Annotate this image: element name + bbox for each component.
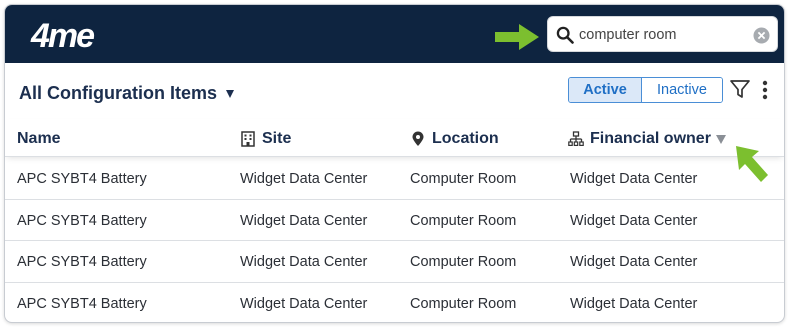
search-input[interactable] xyxy=(579,24,744,46)
chevron-down-icon[interactable] xyxy=(226,90,234,98)
clear-icon[interactable] xyxy=(753,27,770,44)
status-toggle: Active Inactive xyxy=(568,77,723,103)
cell-site: Widget Data Center xyxy=(240,171,368,187)
cell-financial-owner: Widget Data Center xyxy=(570,171,698,187)
table-header: Name Site Location Financial owner xyxy=(5,119,784,157)
column-label: Site xyxy=(262,130,292,147)
table-row[interactable]: APC SYBT4 Battery Widget Data Center Com… xyxy=(5,158,784,200)
cell-location: Computer Room xyxy=(410,295,517,312)
cell-site: Widget Data Center xyxy=(240,254,368,270)
toolbar: All Configuration Items Active Inactive xyxy=(5,63,784,119)
org-chart-icon xyxy=(568,131,584,147)
cell-name: APC SYBT4 Battery xyxy=(17,254,147,270)
inactive-button[interactable]: Inactive xyxy=(642,78,722,102)
cell-site: Widget Data Center xyxy=(240,212,368,229)
table-row[interactable]: APC SYBT4 Battery Widget Data Center Com… xyxy=(5,241,784,283)
column-header-name[interactable]: Name xyxy=(17,130,61,148)
cell-financial-owner: Widget Data Center xyxy=(570,254,698,270)
table-body: APC SYBT4 Battery Widget Data Center Com… xyxy=(5,158,784,323)
cell-financial-owner: Widget Data Center xyxy=(570,212,698,229)
building-icon xyxy=(241,131,255,147)
search-box[interactable] xyxy=(547,16,778,52)
logo-text: 4me xyxy=(30,17,94,55)
search-icon xyxy=(556,26,574,44)
cell-location: Computer Room xyxy=(410,254,517,270)
top-bar: 4me xyxy=(5,5,784,63)
column-label: Financial owner xyxy=(590,130,711,147)
more-vertical-icon[interactable] xyxy=(761,80,769,102)
column-label: Location xyxy=(432,130,499,147)
filter-icon[interactable] xyxy=(729,78,751,100)
column-header-location[interactable]: Location xyxy=(410,130,499,148)
column-label: Name xyxy=(17,130,61,147)
view-title[interactable]: All Configuration Items xyxy=(19,83,217,104)
sort-descending-icon[interactable] xyxy=(715,134,726,144)
table-row[interactable]: APC SYBT4 Battery Widget Data Center Com… xyxy=(5,283,784,323)
app-window: 4me All Configuration Items Active Inact… xyxy=(4,4,785,323)
cell-site: Widget Data Center xyxy=(240,295,368,312)
arrow-right-icon xyxy=(495,24,539,50)
cell-location: Computer Room xyxy=(410,212,517,229)
active-button[interactable]: Active xyxy=(569,78,642,102)
cell-name: APC SYBT4 Battery xyxy=(17,212,147,229)
cell-location: Computer Room xyxy=(410,171,517,187)
cell-financial-owner: Widget Data Center xyxy=(570,295,698,312)
table-row[interactable]: APC SYBT4 Battery Widget Data Center Com… xyxy=(5,200,784,241)
map-pin-icon xyxy=(412,131,424,146)
logo: 4me xyxy=(30,17,96,55)
column-header-financial-owner[interactable]: Financial owner xyxy=(568,130,726,148)
column-header-site[interactable]: Site xyxy=(240,130,291,148)
cell-name: APC SYBT4 Battery xyxy=(17,295,147,312)
cell-name: APC SYBT4 Battery xyxy=(17,171,147,187)
